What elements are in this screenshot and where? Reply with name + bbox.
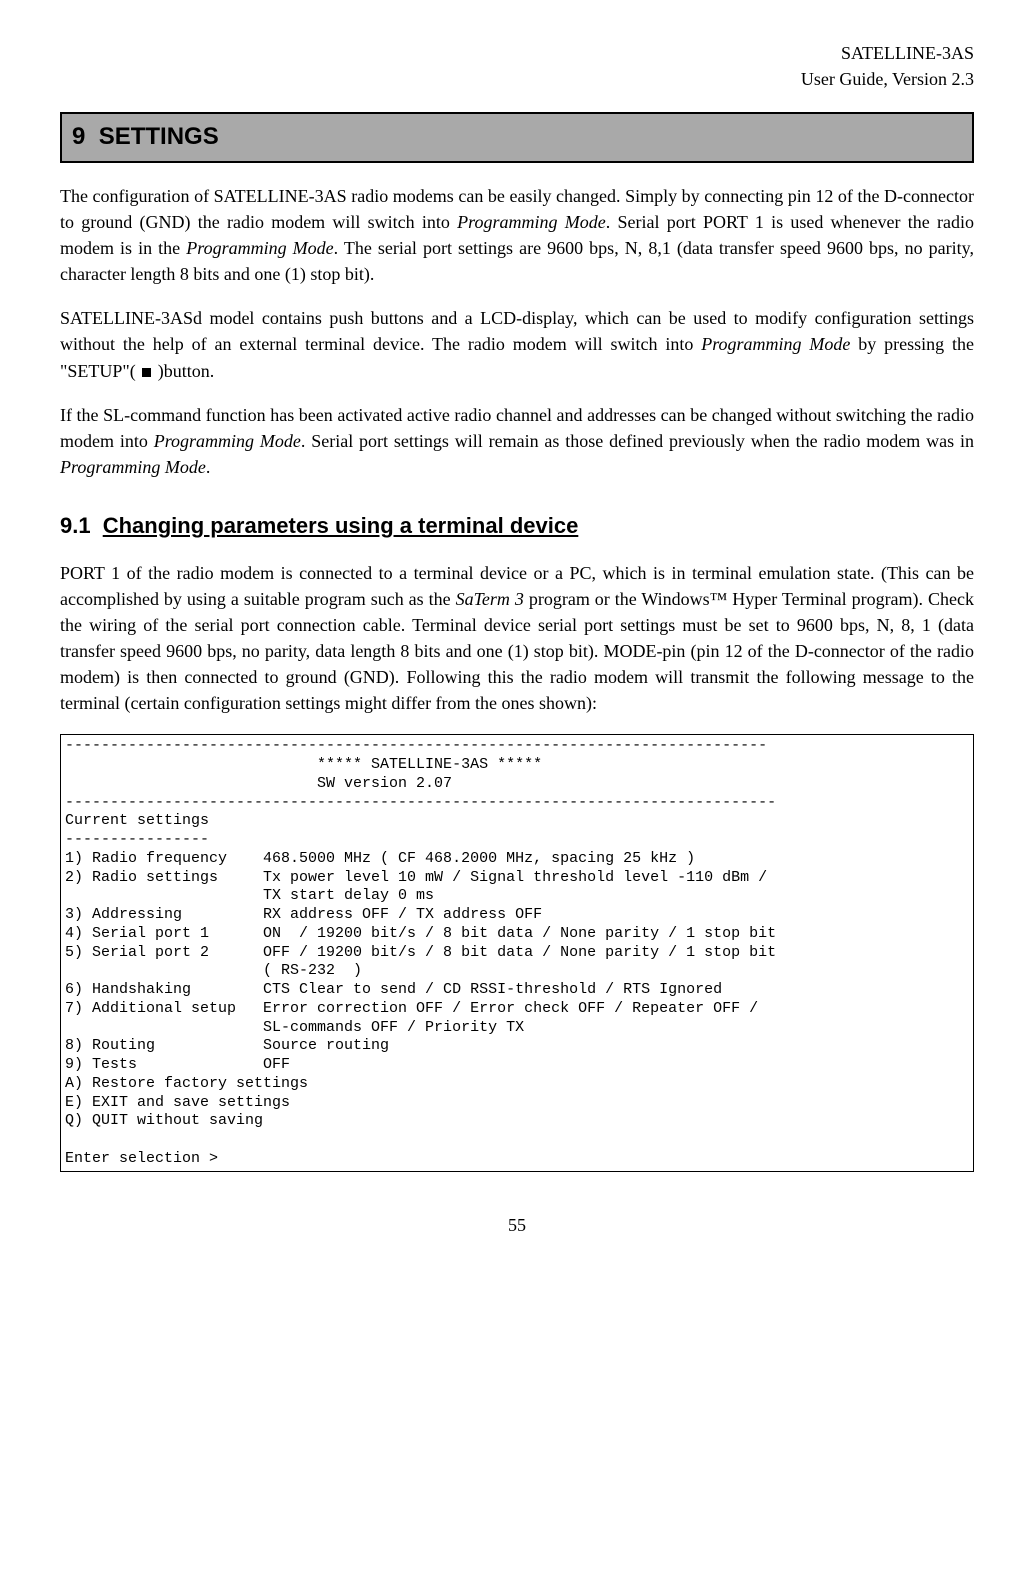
subsection-number: 9.1 xyxy=(60,513,91,538)
subsection-title: Changing parameters using a terminal dev… xyxy=(103,513,579,538)
text-run: . xyxy=(206,457,211,477)
page-number: 55 xyxy=(60,1212,974,1238)
text-run-italic: Programming Mode xyxy=(701,334,850,354)
text-run-italic: Programming Mode xyxy=(60,457,206,477)
section-number: 9 xyxy=(72,123,85,150)
subsection-heading: 9.1 Changing parameters using a terminal… xyxy=(60,510,974,542)
text-run-italic: Programming Mode xyxy=(457,212,606,232)
doc-header: SATELLINE-3AS User Guide, Version 2.3 xyxy=(60,40,974,92)
text-run-italic: Programming Mode xyxy=(154,431,301,451)
text-run-italic: SaTerm 3 xyxy=(456,589,524,609)
section-title: SETTINGS xyxy=(99,123,219,150)
text-run-italic: Programming Mode xyxy=(186,238,333,258)
terminal-output: ----------------------------------------… xyxy=(60,734,974,1171)
section-heading: 9 SETTINGS xyxy=(60,112,974,163)
paragraph-1: The configuration of SATELLINE-3AS radio… xyxy=(60,183,974,287)
product-name: SATELLINE-3AS xyxy=(841,43,974,63)
paragraph-3: If the SL-command function has been acti… xyxy=(60,402,974,480)
subsection-paragraph: PORT 1 of the radio modem is connected t… xyxy=(60,560,974,717)
text-run: )button. xyxy=(153,361,214,381)
guide-version: User Guide, Version 2.3 xyxy=(801,69,974,89)
paragraph-2: SATELLINE-3ASd model contains push butto… xyxy=(60,305,974,383)
square-button-icon xyxy=(142,368,151,377)
text-run: . Serial port settings will remain as th… xyxy=(301,431,974,451)
